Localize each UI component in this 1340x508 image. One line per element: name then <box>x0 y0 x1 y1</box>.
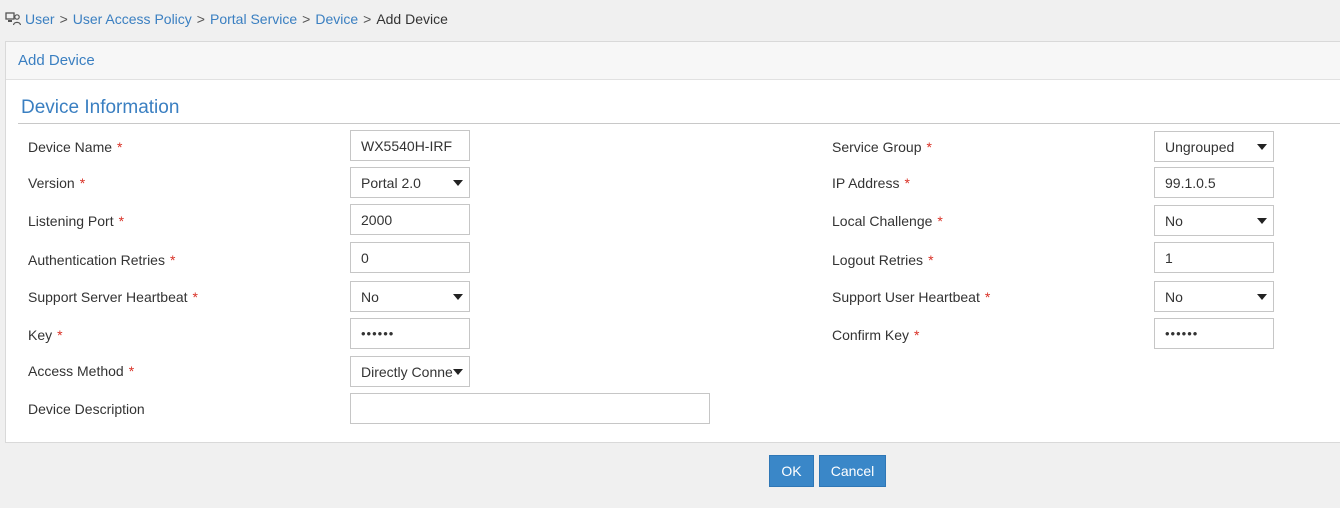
section-title: Device Information <box>21 97 180 118</box>
chevron-down-icon <box>1257 217 1267 224</box>
service-group-label: Service Group * <box>832 139 932 155</box>
service-group-select[interactable]: Ungrouped <box>1154 131 1274 162</box>
required-mark: * <box>192 289 198 305</box>
add-device-panel: Add Device Device Information Device Nam… <box>5 41 1340 443</box>
breadcrumb: User > User Access Policy > Portal Servi… <box>5 9 448 29</box>
confirm-key-label: Confirm Key * <box>832 327 920 343</box>
cancel-button[interactable]: Cancel <box>819 455 886 487</box>
required-mark: * <box>128 363 135 379</box>
breadcrumb-separator: > <box>196 11 205 27</box>
logout-retries-label: Logout Retries * <box>832 252 934 268</box>
support-user-heartbeat-label: Support User Heartbeat * <box>832 289 991 305</box>
required-mark: * <box>928 252 934 268</box>
chevron-down-icon <box>453 179 463 186</box>
required-mark: * <box>904 175 910 191</box>
device-name-input[interactable]: WX5540H-IRF <box>350 130 470 161</box>
chevron-down-icon <box>1257 143 1267 150</box>
device-description-label: Device Description <box>28 401 145 417</box>
logout-retries-input[interactable]: 1 <box>1154 242 1274 273</box>
required-mark: * <box>118 213 125 229</box>
chevron-down-icon <box>453 368 463 375</box>
authentication-retries-input[interactable]: 0 <box>350 242 470 273</box>
breadcrumb-link-user-access-policy[interactable]: User Access Policy <box>73 11 192 27</box>
local-challenge-select[interactable]: No <box>1154 205 1274 236</box>
section-divider <box>18 123 1340 124</box>
breadcrumb-link-device[interactable]: Device <box>315 11 358 27</box>
required-mark: * <box>57 327 63 343</box>
confirm-key-password-input[interactable]: •••••• <box>1154 318 1274 349</box>
required-mark: * <box>117 139 123 155</box>
ip-address-label: IP Address * <box>832 175 910 191</box>
support-user-heartbeat-select[interactable]: No <box>1154 281 1274 312</box>
local-challenge-label: Local Challenge * <box>832 213 943 229</box>
listening-port-label: Listening Port * <box>28 213 125 229</box>
ok-button[interactable]: OK <box>769 455 814 487</box>
key-password-input[interactable]: •••••• <box>350 318 470 349</box>
breadcrumb-current: Add Device <box>376 11 448 27</box>
breadcrumb-link-user[interactable]: User <box>25 11 55 27</box>
access-method-select[interactable]: Directly Conne <box>350 356 470 387</box>
device-description-input[interactable] <box>350 393 710 424</box>
required-mark: * <box>914 327 920 343</box>
device-name-label: Device Name * <box>28 139 123 155</box>
user-access-icon <box>5 12 21 26</box>
required-mark: * <box>937 213 943 229</box>
required-mark: * <box>169 252 176 268</box>
chevron-down-icon <box>453 293 463 300</box>
required-mark: * <box>79 175 86 191</box>
access-method-label: Access Method * <box>28 363 135 379</box>
required-mark: * <box>926 139 932 155</box>
key-label: Key * <box>28 327 63 343</box>
version-label: Version * <box>28 175 86 191</box>
listening-port-input[interactable]: 2000 <box>350 204 470 235</box>
breadcrumb-separator: > <box>59 11 68 27</box>
panel-header: Add Device <box>6 42 1340 80</box>
panel-title: Add Device <box>18 52 95 69</box>
required-mark: * <box>984 289 991 305</box>
breadcrumb-separator: > <box>302 11 311 27</box>
ip-address-input[interactable]: 99.1.0.5 <box>1154 167 1274 198</box>
authentication-retries-label: Authentication Retries * <box>28 252 176 268</box>
version-select[interactable]: Portal 2.0 <box>350 167 470 198</box>
support-server-heartbeat-select[interactable]: No <box>350 281 470 312</box>
chevron-down-icon <box>1257 293 1267 300</box>
breadcrumb-link-portal-service[interactable]: Portal Service <box>210 11 297 27</box>
support-server-heartbeat-label: Support Server Heartbeat * <box>28 289 198 305</box>
breadcrumb-separator: > <box>363 11 372 27</box>
